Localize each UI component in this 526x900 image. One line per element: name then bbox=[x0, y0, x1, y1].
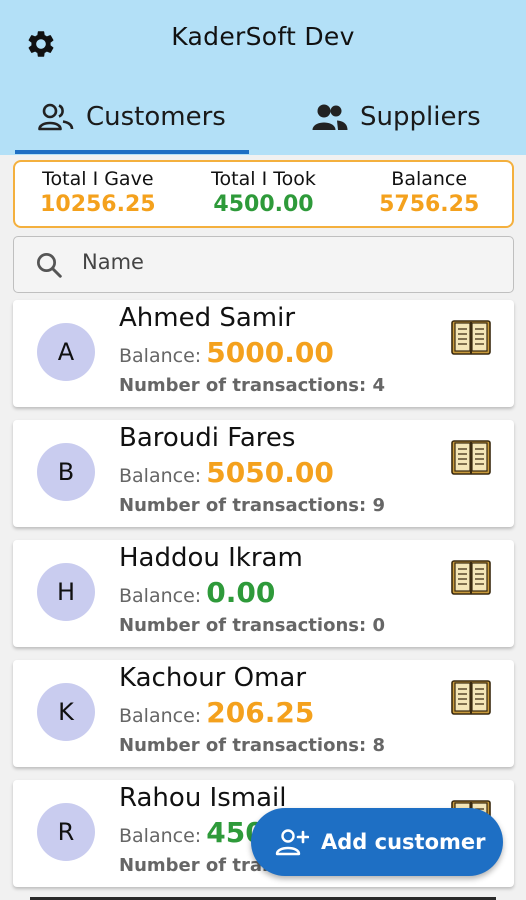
ledger-book-icon[interactable] bbox=[451, 559, 491, 597]
customer-card[interactable]: K Kachour Omar Balance: 206.25 Number of… bbox=[13, 660, 514, 767]
total-balance-value: 5756.25 bbox=[379, 192, 480, 217]
total-gave: Total I Gave 10256.25 bbox=[15, 162, 181, 226]
customer-name: Rahou Ismail bbox=[119, 783, 287, 813]
transactions-count: Number of transactions: 8 bbox=[119, 735, 385, 756]
balance-value: 5000.00 bbox=[206, 336, 334, 369]
balance-label: Balance: bbox=[119, 825, 202, 847]
balance-value: 206.25 bbox=[206, 696, 315, 729]
customer-name: Ahmed Samir bbox=[119, 303, 296, 333]
ledger-book-icon[interactable] bbox=[451, 679, 491, 717]
totals-summary: Total I Gave 10256.25 Total I Took 4500.… bbox=[13, 160, 514, 228]
total-balance-label: Balance bbox=[391, 168, 468, 190]
total-gave-label: Total I Gave bbox=[42, 168, 154, 190]
customer-card[interactable]: H Haddou Ikram Balance: 0.00 Number of t… bbox=[13, 540, 514, 647]
balance-row: Balance: 450 bbox=[119, 816, 265, 849]
search-input[interactable]: Name bbox=[13, 236, 514, 293]
total-balance: Balance 5756.25 bbox=[346, 162, 512, 226]
balance-label: Balance: bbox=[119, 585, 202, 607]
balance-label: Balance: bbox=[119, 345, 202, 367]
avatar: K bbox=[37, 683, 95, 741]
balance-label: Balance: bbox=[119, 465, 202, 487]
customer-card[interactable]: A Ahmed Samir Balance: 5000.00 Number of… bbox=[13, 300, 514, 407]
tab-suppliers-label: Suppliers bbox=[360, 102, 481, 132]
balance-row: Balance: 206.25 bbox=[119, 696, 314, 729]
customer-name: Haddou Ikram bbox=[119, 543, 303, 573]
avatar: H bbox=[37, 563, 95, 621]
tab-suppliers[interactable]: Suppliers bbox=[312, 92, 481, 142]
customer-name: Kachour Omar bbox=[119, 663, 307, 693]
app-root: KaderSoft Dev Customers Suppliers Total … bbox=[0, 0, 526, 900]
add-customer-button[interactable]: Add customer bbox=[251, 808, 503, 876]
people-icon bbox=[38, 103, 74, 131]
balance-label: Balance: bbox=[119, 705, 202, 727]
avatar: B bbox=[37, 443, 95, 501]
total-took-label: Total I Took bbox=[211, 168, 316, 190]
transactions-count: Number of transactions: 9 bbox=[119, 495, 385, 516]
balance-row: Balance: 5000.00 bbox=[119, 336, 334, 369]
tab-selected-indicator bbox=[15, 150, 249, 154]
balance-value: 0.00 bbox=[206, 576, 276, 609]
transactions-count: Number of tran bbox=[119, 855, 275, 876]
tab-customers[interactable]: Customers bbox=[38, 92, 226, 142]
tab-customers-label: Customers bbox=[86, 102, 226, 132]
people-icon bbox=[312, 104, 348, 130]
total-took: Total I Took 4500.00 bbox=[181, 162, 347, 226]
ledger-book-icon[interactable] bbox=[451, 439, 491, 477]
customer-name: Baroudi Fares bbox=[119, 423, 296, 453]
ledger-book-icon[interactable] bbox=[451, 319, 491, 357]
transactions-count: Number of transactions: 4 bbox=[119, 375, 385, 396]
add-customer-label: Add customer bbox=[321, 830, 486, 854]
avatar: R bbox=[37, 803, 95, 861]
balance-row: Balance: 0.00 bbox=[119, 576, 275, 609]
search-icon bbox=[37, 253, 62, 278]
total-took-value: 4500.00 bbox=[213, 192, 314, 217]
avatar: A bbox=[37, 323, 95, 381]
total-gave-value: 10256.25 bbox=[40, 192, 156, 217]
balance-row: Balance: 5050.00 bbox=[119, 456, 334, 489]
transactions-count: Number of transactions: 0 bbox=[119, 615, 385, 636]
search-placeholder: Name bbox=[82, 250, 144, 274]
add-person-icon bbox=[275, 829, 309, 856]
app-title: KaderSoft Dev bbox=[171, 22, 355, 51]
customer-card[interactable]: B Baroudi Fares Balance: 5050.00 Number … bbox=[13, 420, 514, 527]
balance-value: 5050.00 bbox=[206, 456, 334, 489]
top-bar: KaderSoft Dev Customers Suppliers bbox=[0, 0, 526, 155]
